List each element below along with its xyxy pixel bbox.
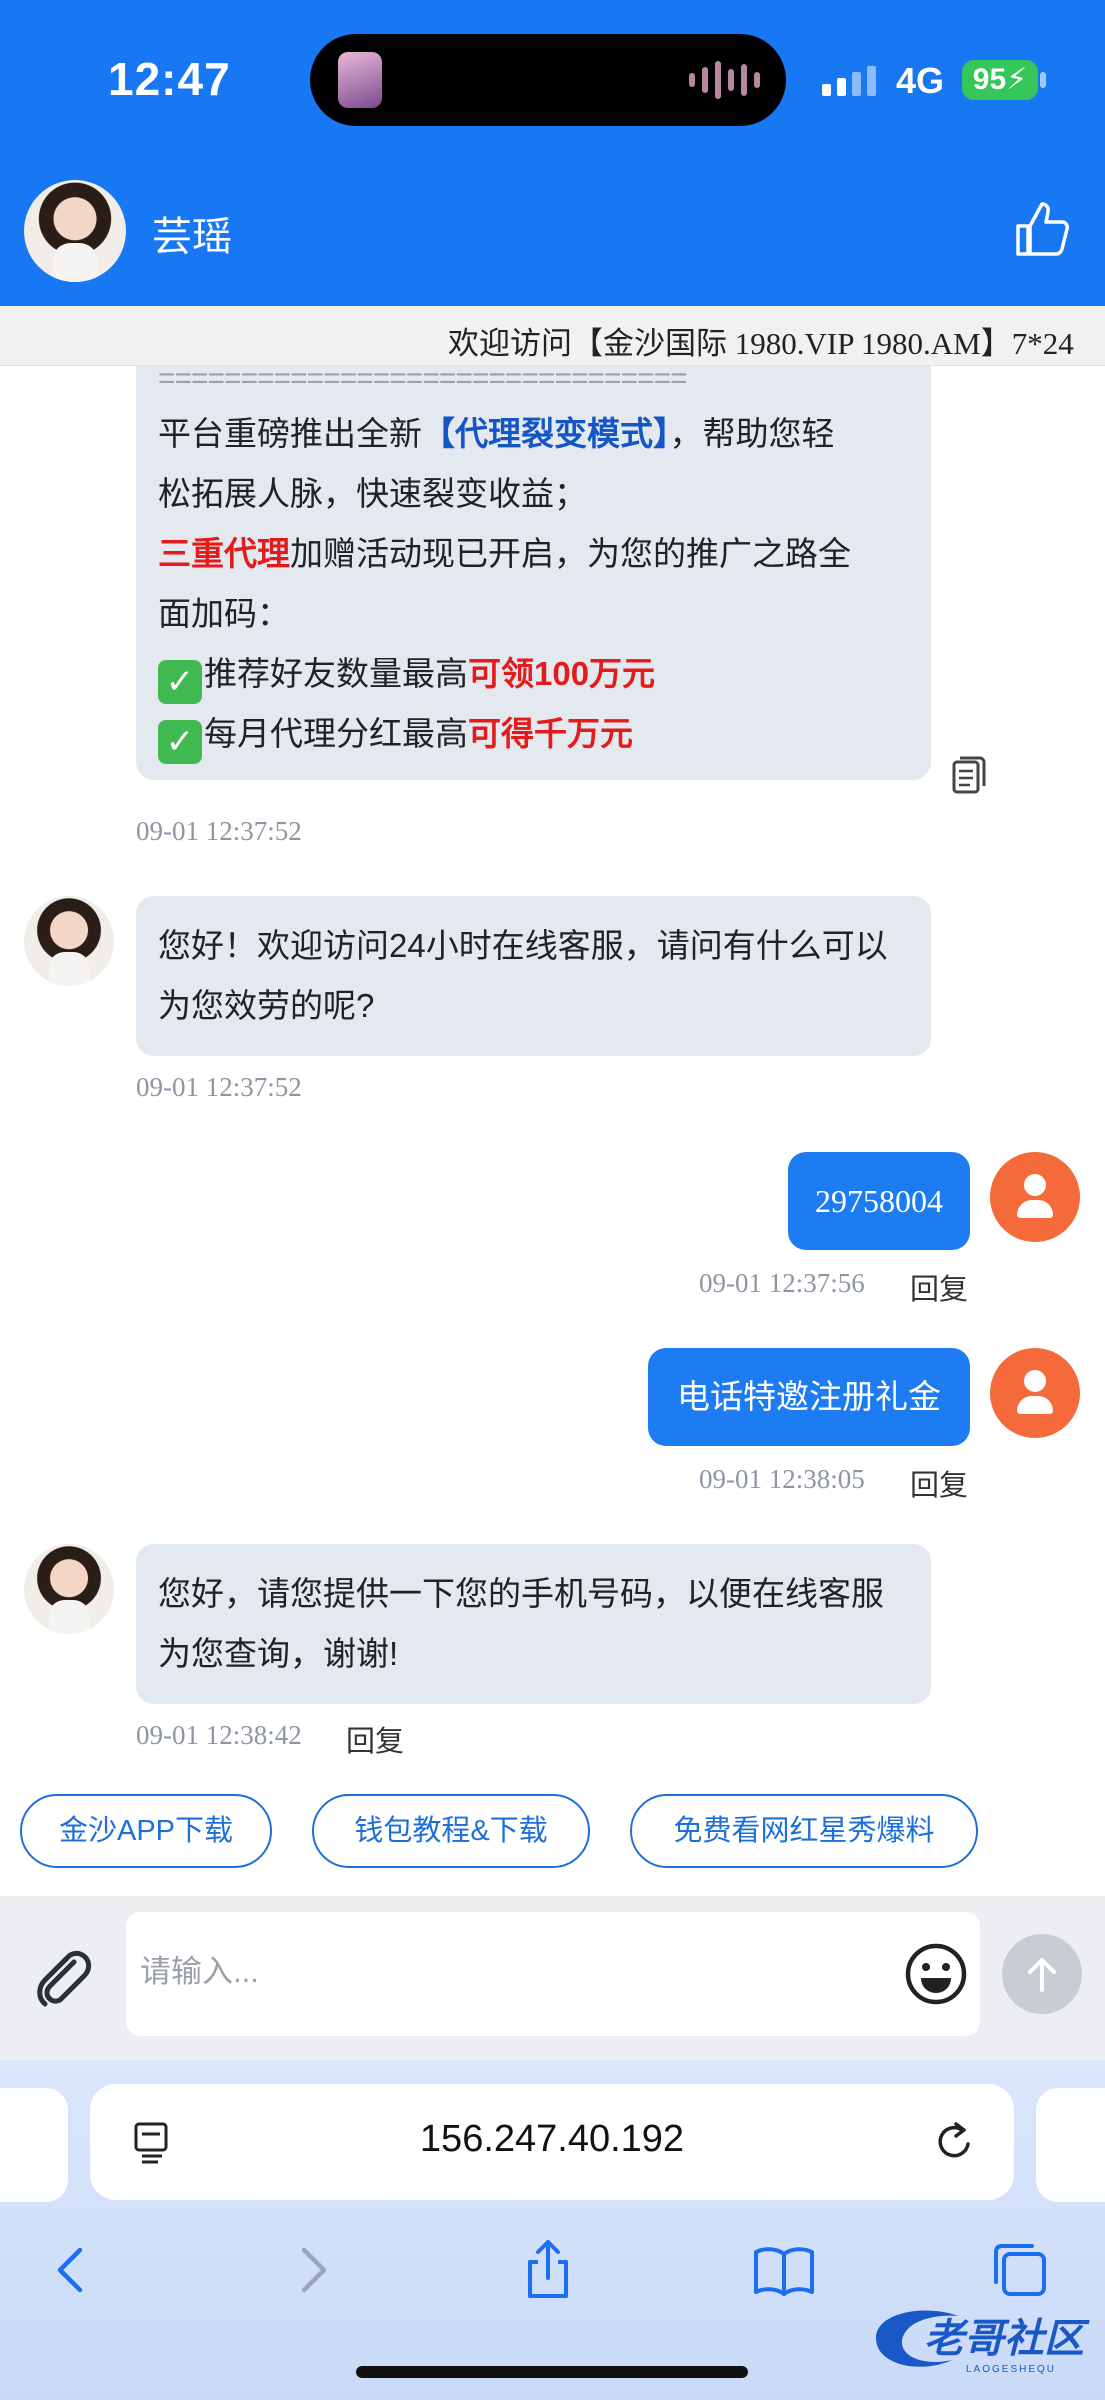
celebrity-gossip-chip[interactable]: 免费看网红星秀爆料 [630,1794,978,1868]
check-mark-icon: ✓ [158,660,202,704]
message-line: 三重代理加赠活动现已开启，为您的推广之路全 [158,535,851,572]
send-arrow-icon [1028,1958,1056,1992]
bookmarks-icon[interactable] [752,2238,816,2302]
agent-message-bubble: ================================ 平台重磅推出全… [136,366,931,780]
announcement-text: 欢迎访问【金沙国际 1980.VIP 1980.AM】7*24 [448,326,1074,361]
agent-message-bubble: 您好！欢迎访问24小时在线客服，请问有什么可以为您效劳的呢? [136,896,931,1056]
user-message-bubble: 电话特邀注册礼金 [648,1348,970,1446]
copy-icon[interactable] [950,756,986,796]
forward-icon[interactable] [280,2238,344,2302]
message-text: 您好！欢迎访问24小时在线客服，请问有什么可以为您效劳的呢? [158,927,888,1024]
reply-link[interactable]: 回复 [346,1718,404,1760]
message-timestamp: 09-01 12:38:42 [136,1720,302,1750]
app-download-chip[interactable]: 金沙APP下载 [20,1794,272,1868]
svg-text:LAOGESHEQU: LAOGESHEQU [966,2364,1056,2375]
battery-tip [1040,72,1046,88]
agent-avatar [24,1544,114,1634]
message-timestamp: 09-01 12:37:52 [136,1072,302,1102]
check-mark-icon: ✓ [158,720,202,764]
user-message-bubble: 29758004 [788,1152,970,1250]
message-timestamp: 09-01 12:37:52 [136,816,302,846]
battery-indicator: 95⚡ [962,60,1038,100]
user-avatar-icon [990,1348,1080,1438]
message-line: 平台重磅推出全新【代理裂变模式】，帮助您轻 [158,415,835,452]
watermark-logo: 老哥社区 LAOGESHEQU [876,2310,1090,2375]
chat-messages[interactable]: ================================ 平台重磅推出全… [0,366,1105,1770]
message-timestamp: 09-01 12:38:05 [699,1464,865,1494]
url-text: 156.247.40.192 [419,2118,685,2160]
dynamic-island[interactable] [310,34,786,126]
message-text: 您好，请您提供一下您的手机号码，以便在线客服为您查询，谢谢! [158,1575,884,1672]
audio-wave-icon [689,60,760,100]
agent-message-bubble: 您好，请您提供一下您的手机号码，以便在线客服为您查询，谢谢! [136,1544,931,1704]
address-bar[interactable]: 156.247.40.192 [90,2084,1014,2200]
next-tab-preview[interactable] [1036,2088,1105,2202]
message-line: 松拓展人脉，快速裂变收益； [158,475,587,512]
home-indicator[interactable] [356,2366,748,2378]
agent-name: 芸瑶 [152,215,232,259]
back-icon[interactable] [40,2238,104,2302]
share-icon[interactable] [516,2238,580,2302]
agent-avatar[interactable] [24,180,126,282]
status-time: 12:47 [108,53,231,105]
message-input-wrapper [126,1912,980,2036]
now-playing-thumbnail [338,52,382,108]
send-button[interactable] [1002,1934,1082,2014]
svg-text:老哥社区: 老哥社区 [924,2317,1090,2361]
emoji-icon[interactable] [904,1942,968,2006]
wallet-tutorial-chip[interactable]: 钱包教程&下载 [312,1794,590,1868]
reply-link[interactable]: 回复 [910,1266,968,1308]
message-timestamp: 09-01 12:37:56 [699,1268,865,1298]
signal-icon [822,66,876,96]
reload-icon[interactable] [930,2118,978,2166]
divider-text: ================================ [158,366,688,395]
previous-tab-preview[interactable] [0,2088,68,2202]
agent-avatar [24,896,114,986]
message-line: 面加码： [158,595,290,632]
message-composer [0,1896,1105,2060]
message-input[interactable] [140,1942,880,2002]
announcement-marquee: 欢迎访问【金沙国际 1980.VIP 1980.AM】7*24 [0,306,1105,366]
network-type: 4G [896,60,945,101]
thumbs-up-icon[interactable] [1014,200,1070,258]
reply-link[interactable]: 回复 [910,1462,968,1504]
quick-actions-bar: 金沙APP下载 钱包教程&下载 免费看网红星秀爆料 [0,1770,1105,1896]
message-line: ✓ 每月代理分红最高可得千万元 [158,704,909,764]
message-line: ✓ 推荐好友数量最高可领100万元 [158,644,909,704]
paperclip-icon[interactable] [30,1944,96,2010]
tab-switcher-icon[interactable] [988,2238,1052,2302]
user-avatar-icon [990,1152,1080,1242]
